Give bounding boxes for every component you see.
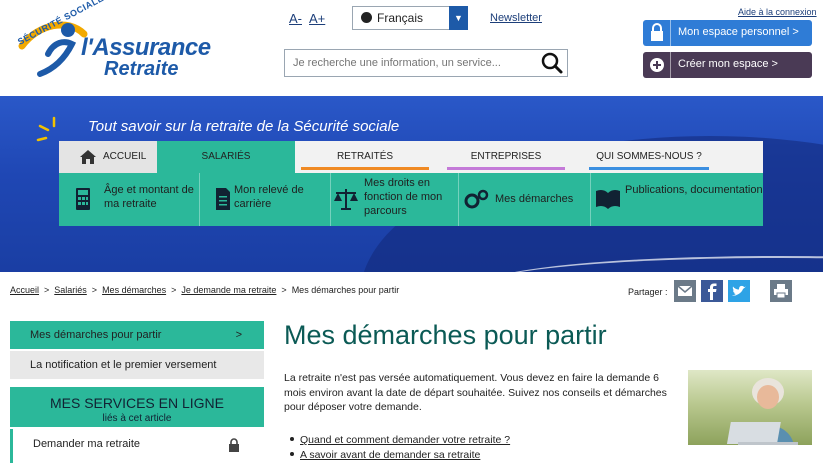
subnav-releve-carriere-label: Mon relevé de carrière [234,184,304,210]
twitter-share-icon[interactable] [728,280,750,302]
nav-entreprises-underline [447,167,565,170]
book-icon [596,189,620,209]
nav-qui-sommes-nous-underline [589,167,709,170]
newsletter-link[interactable]: Newsletter [490,12,542,24]
help-connection-link[interactable]: Aide à la connexion [738,7,817,17]
plus-icon [643,52,671,78]
breadcrumb-separator: > [44,285,50,295]
facebook-share-icon[interactable] [701,280,723,302]
breadcrumb: Accueil > Salariés > Mes démarches > Je demand… [10,285,399,295]
nav-salaries-label: Salariés [201,151,251,162]
breadcrumb-separator: > [91,285,98,295]
subnav-mes-demarches-label: Mes démarches [495,193,574,205]
subnav-age-montant-label: Âge et montant de ma retraite [104,184,194,210]
page-title: Mes démarches pour partir [284,320,607,350]
home-icon [80,150,96,164]
account-button[interactable]: Mon espace personnel > [643,20,812,46]
lock-icon [229,438,239,452]
hero-banner: Tout savoir sur la retraite de la Sécuri… [0,96,823,272]
nav-home[interactable]: Accueil [59,141,157,173]
woman-laptop-image [726,378,798,445]
service-demander-retraite-label: Demander ma retraite [33,438,140,450]
sidebar-item-notification-label: La notification et le premier versement [30,359,217,371]
chevron-right-icon: > [235,329,242,341]
breadcrumb-current: Mes démarches pour partir [291,285,400,295]
intro-paragraph: La retraite n'est pas versée automatique… [284,372,667,413]
nav-salaries[interactable]: Salariés [157,141,295,173]
create-account-label: Créer mon espace > [678,58,778,70]
breadcrumb-separator: > [171,285,177,295]
language-value: Français [377,11,424,25]
nav-retraites[interactable]: Retraités [295,141,435,173]
nav-entreprises[interactable]: Entreprises [441,141,571,173]
site-header: SÉCURITÉ SOCIALE l'Assurance Retraite A-… [0,0,823,96]
search-button[interactable] [537,50,567,76]
breadcrumb-je-demande[interactable]: Je demande ma retraite [181,285,276,295]
list-item: Quand et comment demander votre retraite… [284,434,510,446]
service-demander-retraite[interactable]: Demander ma retraite [10,429,264,463]
services-subtitle: liés à cet article [102,413,172,424]
list-item: A savoir avant de demander sa retraite [284,449,510,461]
link-a-savoir[interactable]: A savoir avant de demander sa retraite [300,449,480,461]
font-increase-button[interactable]: A+ [309,11,325,26]
sidebar-item-active-label: Mes démarches pour partir [30,329,162,341]
gears-icon [464,189,489,209]
sidebar-item-active[interactable]: Mes démarches pour partir > [10,321,264,349]
nav-qui-sommes-nous-label: Qui sommes-nous ? [596,151,702,162]
search-box [284,49,568,77]
services-title: MES SERVICES EN LIGNE [49,395,224,411]
logo[interactable]: SÉCURITÉ SOCIALE l'Assurance Retraite [8,0,211,88]
retiree-photo [688,370,812,445]
print-icon[interactable] [770,280,792,302]
subnav-droits-parcours-label: Mes droits en fonction de mon parcours [364,177,443,217]
email-share-icon[interactable] [674,280,696,302]
breadcrumb-separator: > [281,285,287,295]
subnav-droits-parcours[interactable]: Mes droits en fonction de mon parcours [331,173,459,226]
search-icon [541,52,563,74]
subnav-mes-demarches[interactable]: Mes démarches [459,173,591,226]
nav-entreprises-label: Entreprises [470,151,542,162]
related-links: Quand et comment demander votre retraite… [284,434,510,464]
search-input[interactable] [285,50,535,76]
create-account-button[interactable]: Créer mon espace > [643,52,812,78]
share-label: Partager : [628,287,668,297]
chevron-down-icon: ▼ [449,6,468,30]
nav-home-label: Accueil [103,151,147,162]
nav-retraites-label: Retraités [336,151,394,162]
sub-nav: Âge et montant de ma retraite Mon relevé… [59,173,763,226]
calculator-icon [76,188,90,210]
lock-icon [643,20,671,46]
subnav-publications[interactable]: Publications, documentation [591,173,763,226]
main-nav: Accueil Salariés Retraités Entreprises Q… [59,141,763,173]
bullet-icon [290,437,294,442]
language-select[interactable]: Français ▼ [352,6,468,30]
breadcrumb-salaries[interactable]: Salariés [54,285,87,295]
document-icon [216,188,230,210]
services-header: MES SERVICES EN LIGNE liés à cet article [10,387,264,427]
breadcrumb-mes-demarches[interactable]: Mes démarches [102,285,166,295]
subnav-releve-carriere[interactable]: Mon relevé de carrière [200,173,331,226]
scales-icon [334,189,358,210]
nav-retraites-underline [301,167,429,170]
breadcrumb-accueil[interactable]: Accueil [10,285,39,295]
globe-icon [361,12,372,23]
account-button-label: Mon espace personnel > [678,26,799,38]
font-decrease-button[interactable]: A- [289,11,302,26]
banner-tagline: Tout savoir sur la retraite de la Sécuri… [88,118,400,135]
subnav-age-montant[interactable]: Âge et montant de ma retraite [59,173,200,226]
sidebar-item-notification[interactable]: La notification et le premier versement [10,351,264,379]
nav-qui-sommes-nous[interactable]: Qui sommes-nous ? [583,141,715,173]
bullet-icon [290,452,294,457]
subnav-publications-label: Publications, documentation [625,184,763,196]
link-quand-comment[interactable]: Quand et comment demander votre retraite… [300,434,510,446]
logo-line-2: Retraite [104,58,179,80]
